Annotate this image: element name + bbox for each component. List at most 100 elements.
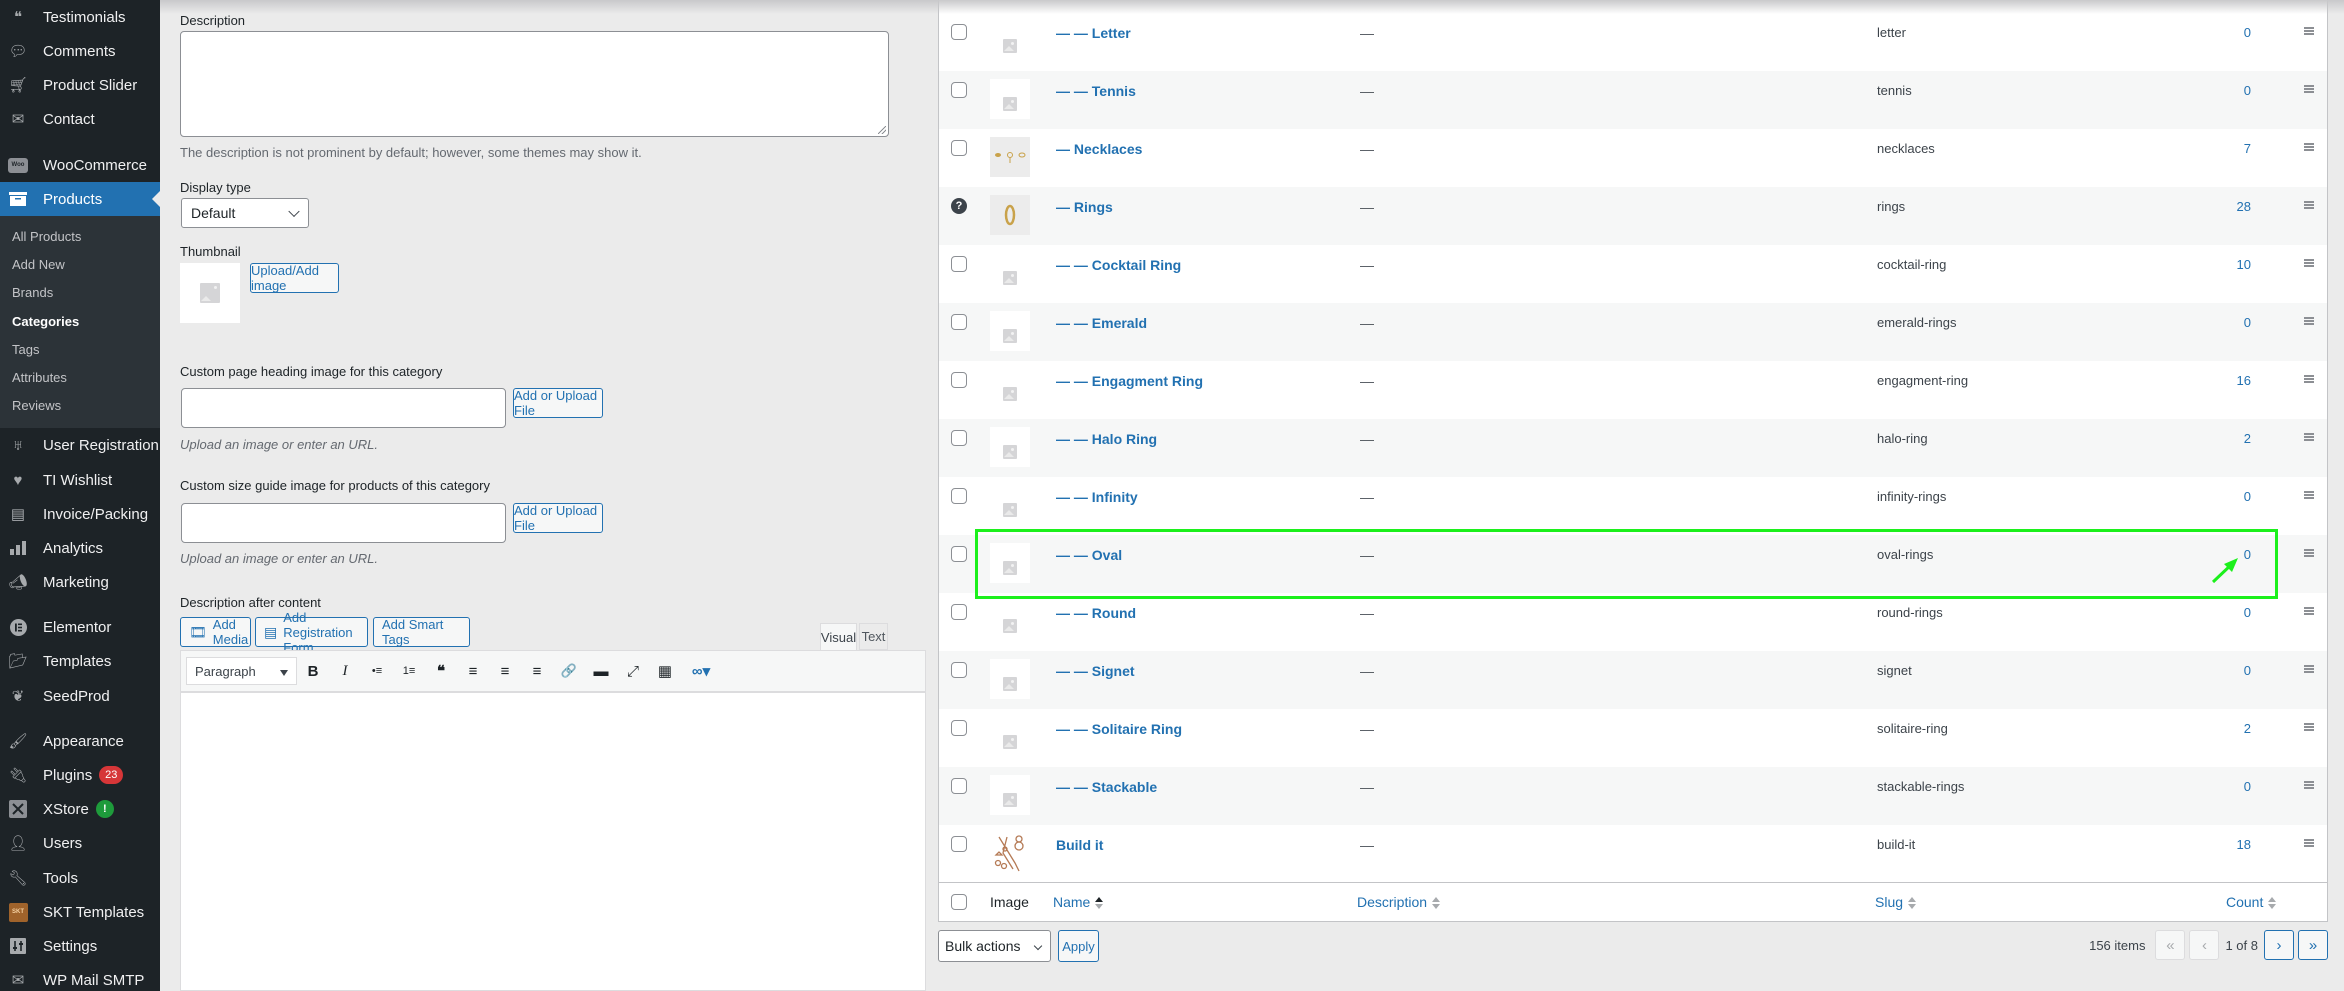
sidebar-item-comments[interactable]: 💬︎ Comments xyxy=(0,34,160,68)
submenu-tags[interactable]: Tags xyxy=(12,339,39,361)
sidebar-item-products[interactable]: Products xyxy=(0,182,160,216)
submenu-all-products[interactable]: All Products xyxy=(12,226,81,248)
align-center-icon[interactable]: ≡ xyxy=(489,657,521,685)
italic-icon[interactable]: I xyxy=(329,657,361,685)
row-checkbox[interactable] xyxy=(951,488,967,504)
table-row[interactable]: ? — Rings — rings 28 xyxy=(939,187,2327,245)
sidebar-item-ti-wishlist[interactable]: ♥ TI Wishlist xyxy=(0,463,160,497)
add-media-button[interactable]: 🎞︎ Add Media xyxy=(180,617,251,647)
format-select[interactable]: Paragraph xyxy=(186,657,297,685)
sidebar-item-analytics[interactable]: Analytics xyxy=(0,531,160,565)
size-guide-input[interactable] xyxy=(181,503,506,543)
category-count-link[interactable]: 0 xyxy=(2244,489,2251,504)
category-count-link[interactable]: 0 xyxy=(2244,547,2251,562)
sidebar-item-woocommerce[interactable]: Woo WooCommerce xyxy=(0,148,160,182)
add-registration-form-button[interactable]: ▤ Add Registration Form xyxy=(255,610,368,655)
bulk-actions-select[interactable]: Bulk actions xyxy=(938,930,1051,962)
last-page-button[interactable]: » xyxy=(2298,930,2328,960)
table-row[interactable]: — — Engagment Ring — engagment-ring 16 xyxy=(939,361,2327,419)
sidebar-item-xstore[interactable]: XStore ! xyxy=(0,792,160,826)
table-row[interactable]: Build it — build-it 18 xyxy=(939,825,2327,883)
category-count-link[interactable]: 7 xyxy=(2244,141,2251,156)
drag-handle-icon[interactable] xyxy=(2304,317,2314,325)
drag-handle-icon[interactable] xyxy=(2304,607,2314,615)
tab-visual[interactable]: Visual xyxy=(820,623,857,651)
sidebar-item-contact[interactable]: ✉ Contact xyxy=(0,102,160,136)
add-smart-tags-button[interactable]: Add Smart Tags xyxy=(373,617,470,647)
submenu-categories[interactable]: Categories xyxy=(12,311,79,333)
prev-page-button[interactable]: ‹ xyxy=(2189,930,2220,960)
category-count-link[interactable]: 18 xyxy=(2237,837,2251,852)
sidebar-item-plugins[interactable]: 🔌︎ Plugins 23 xyxy=(0,758,160,792)
column-count[interactable]: Count xyxy=(2226,894,2277,910)
next-page-button[interactable]: › xyxy=(2264,930,2294,960)
row-checkbox[interactable] xyxy=(951,546,967,562)
help-question-icon[interactable]: ? xyxy=(951,198,967,214)
category-count-link[interactable]: 2 xyxy=(2244,721,2251,736)
category-name-link[interactable]: — — Emerald xyxy=(1056,315,1147,331)
row-checkbox[interactable] xyxy=(951,140,967,156)
submenu-reviews[interactable]: Reviews xyxy=(12,395,61,417)
sidebar-item-wp-mail-smtp[interactable]: ✉ WP Mail SMTP xyxy=(0,963,160,991)
sidebar-item-product-slider[interactable]: 🛒︎ Product Slider xyxy=(0,68,160,102)
category-name-link[interactable]: — — Oval xyxy=(1056,547,1122,563)
row-checkbox[interactable] xyxy=(951,778,967,794)
align-left-icon[interactable]: ≡ xyxy=(457,657,489,685)
category-name-link[interactable]: — — Round xyxy=(1056,605,1136,621)
read-more-icon[interactable]: ▬ xyxy=(585,657,617,685)
row-checkbox[interactable] xyxy=(951,82,967,98)
upload-add-image-button[interactable]: Upload/Add image xyxy=(250,263,339,293)
sidebar-item-elementor[interactable]: Elementor xyxy=(0,610,160,644)
table-row[interactable]: — — Solitaire Ring — solitaire-ring 2 xyxy=(939,709,2327,767)
sidebar-item-user-registration[interactable]: ♅ User Registration xyxy=(0,428,160,462)
row-checkbox[interactable] xyxy=(951,836,967,852)
sidebar-item-invoice-packing[interactable]: ▤ Invoice/Packing xyxy=(0,497,160,531)
fullscreen-icon[interactable]: ⤢ xyxy=(617,657,649,685)
table-row[interactable]: — — Infinity — infinity-rings 0 xyxy=(939,477,2327,535)
category-name-link[interactable]: — Necklaces xyxy=(1056,141,1142,157)
table-row[interactable]: — — Emerald — emerald-rings 0 xyxy=(939,303,2327,361)
category-count-link[interactable]: 0 xyxy=(2244,663,2251,678)
description-textarea[interactable] xyxy=(180,31,889,137)
drag-handle-icon[interactable] xyxy=(2304,549,2314,557)
drag-handle-icon[interactable] xyxy=(2304,723,2314,731)
row-checkbox[interactable] xyxy=(951,372,967,388)
drag-handle-icon[interactable] xyxy=(2304,143,2314,151)
sidebar-item-tools[interactable]: 🔧︎ Tools xyxy=(0,861,160,895)
drag-handle-icon[interactable] xyxy=(2304,781,2314,789)
sidebar-item-settings[interactable]: Settings xyxy=(0,929,160,963)
size-guide-upload-button[interactable]: Add or Upload File xyxy=(513,503,603,533)
drag-handle-icon[interactable] xyxy=(2304,201,2314,209)
sidebar-item-skt-templates[interactable]: SKT SKT Templates xyxy=(0,895,160,929)
drag-handle-icon[interactable] xyxy=(2304,85,2314,93)
column-description[interactable]: Description xyxy=(1357,894,1441,910)
blockquote-icon[interactable]: ❝ xyxy=(425,657,457,685)
category-count-link[interactable]: 0 xyxy=(2244,25,2251,40)
first-page-button[interactable]: « xyxy=(2155,930,2186,960)
drag-handle-icon[interactable] xyxy=(2304,839,2314,847)
category-name-link[interactable]: — Rings xyxy=(1056,199,1113,215)
category-name-link[interactable]: — — Halo Ring xyxy=(1056,431,1157,447)
display-type-select[interactable]: Default xyxy=(181,198,309,228)
row-checkbox[interactable] xyxy=(951,720,967,736)
category-name-link[interactable]: — — Stackable xyxy=(1056,779,1157,795)
column-name[interactable]: Name xyxy=(1053,894,1104,910)
row-checkbox[interactable] xyxy=(951,604,967,620)
category-name-link[interactable]: — — Signet xyxy=(1056,663,1135,679)
bullet-list-icon[interactable]: •≡ xyxy=(361,657,393,685)
submenu-attributes[interactable]: Attributes xyxy=(12,367,67,389)
numbered-list-icon[interactable]: 1≡ xyxy=(393,657,425,685)
category-count-link[interactable]: 0 xyxy=(2244,315,2251,330)
category-count-link[interactable]: 2 xyxy=(2244,431,2251,446)
category-name-link[interactable]: — — Infinity xyxy=(1056,489,1138,505)
table-row[interactable]: — — Tennis — tennis 0 xyxy=(939,71,2327,129)
sidebar-item-seedprod[interactable]: ❦ SeedProd xyxy=(0,679,160,713)
row-checkbox[interactable] xyxy=(951,662,967,678)
drag-handle-icon[interactable] xyxy=(2304,259,2314,267)
drag-handle-icon[interactable] xyxy=(2304,375,2314,383)
category-count-link[interactable]: 0 xyxy=(2244,83,2251,98)
row-checkbox[interactable] xyxy=(951,24,967,40)
row-checkbox[interactable] xyxy=(951,314,967,330)
drag-handle-icon[interactable] xyxy=(2304,491,2314,499)
sidebar-item-appearance[interactable]: 🖌︎ Appearance xyxy=(0,724,160,758)
